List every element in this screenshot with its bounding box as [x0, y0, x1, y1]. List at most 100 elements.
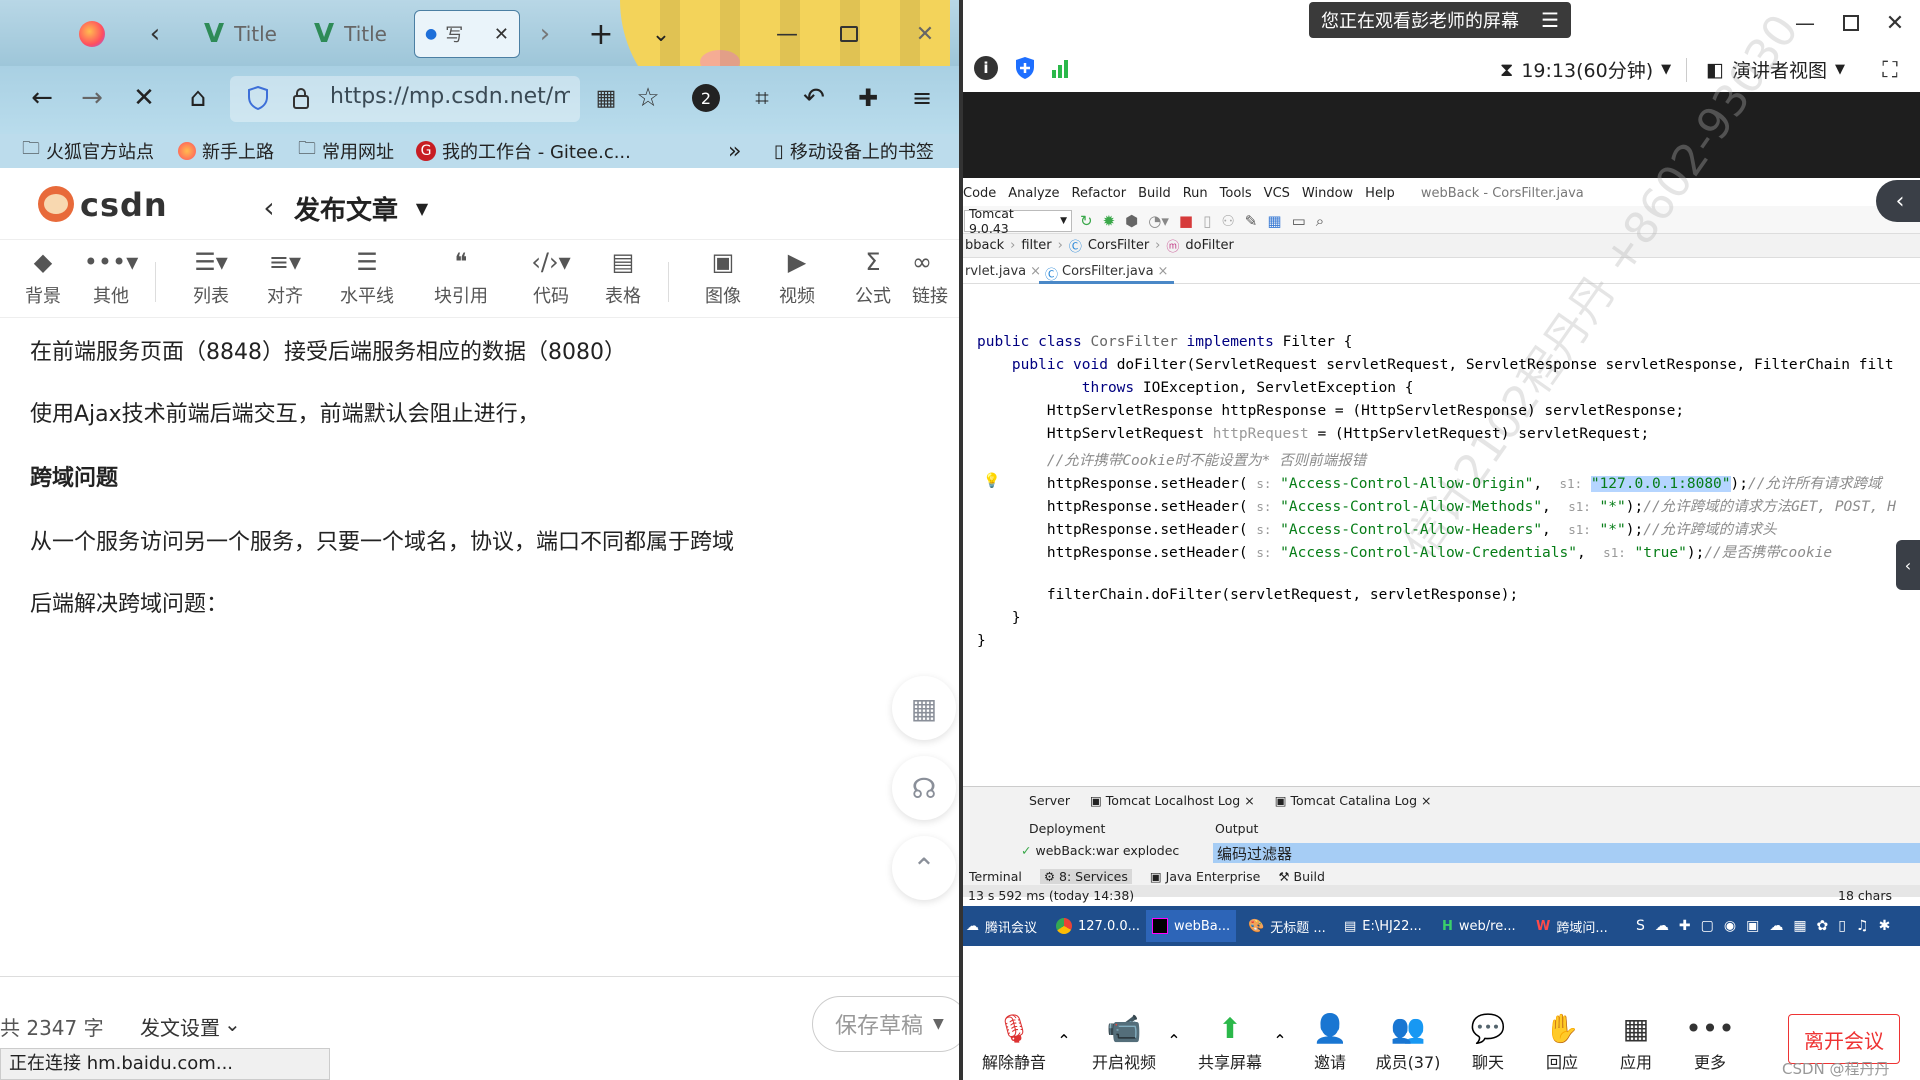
- taskbar-item[interactable]: Hweb/re...: [1442, 910, 1516, 942]
- attach-icon[interactable]: ⚇: [1221, 212, 1234, 230]
- taskbar-item[interactable]: W 跨域问...: [1536, 910, 1608, 942]
- build-icon[interactable]: ▯: [1203, 212, 1211, 230]
- mic-options-icon[interactable]: ⌃: [1054, 1030, 1074, 1050]
- undo-icon[interactable]: ↶: [796, 78, 832, 118]
- chat-button[interactable]: 💬 聊天: [1448, 1012, 1528, 1073]
- toolbar-horizontal-rule[interactable]: ☰ 水平线: [332, 248, 402, 314]
- wrench-icon[interactable]: ✎: [1245, 212, 1258, 230]
- fullscreen-icon[interactable]: ⛶: [1876, 56, 1904, 84]
- rerun-icon[interactable]: ↻: [1080, 212, 1093, 230]
- bookmarks-overflow-icon[interactable]: »: [728, 134, 741, 168]
- menu-refactor[interactable]: Refactor: [1072, 186, 1127, 201]
- toolbar-formula[interactable]: Σ 公式: [838, 248, 908, 314]
- video-options-icon[interactable]: ⌃: [1164, 1030, 1184, 1050]
- bookmark-mobile[interactable]: ▯ 移动设备上的书签: [774, 134, 934, 168]
- maximize-icon[interactable]: [1836, 6, 1866, 40]
- profile-icon[interactable]: ◔▾: [1148, 212, 1169, 230]
- tab-server[interactable]: Server: [1029, 793, 1070, 808]
- tab-java-enterprise[interactable]: ▣ Java Enterprise: [1150, 869, 1260, 884]
- file-tab[interactable]: rvlet.java ×: [965, 264, 1041, 279]
- code-editor[interactable]: public class CorsFilter implements Filte…: [963, 330, 1920, 660]
- qr-code-float-icon[interactable]: ▦: [892, 676, 956, 740]
- menu-icon[interactable]: ☰: [1541, 8, 1559, 32]
- window-close-icon[interactable]: ✕: [908, 14, 942, 54]
- deployment-artifact[interactable]: ✓ webBack:war explodec: [1021, 843, 1179, 858]
- menu-code[interactable]: Code: [963, 186, 996, 201]
- qr-code-icon[interactable]: ▦: [588, 78, 624, 118]
- menu-tools[interactable]: Tools: [1220, 186, 1252, 201]
- taskbar-item-active[interactable]: webBa...: [1146, 910, 1237, 942]
- info-icon[interactable]: i: [974, 56, 998, 80]
- minimize-icon[interactable]: —: [770, 14, 804, 54]
- hamburger-menu-icon[interactable]: ≡: [904, 78, 940, 118]
- toolbar-code[interactable]: ‹/›▾ 代码: [516, 248, 586, 314]
- tab-title-2[interactable]: V Title: [300, 10, 401, 58]
- breadcrumb-item[interactable]: bback: [965, 238, 1004, 253]
- extensions-puzzle-icon[interactable]: ✚: [850, 78, 886, 118]
- invite-button[interactable]: 👤 邀请: [1290, 1012, 1370, 1073]
- article-paragraph[interactable]: 使用Ajax技术前端后端交互，前端默认会阻止进行，: [30, 396, 540, 428]
- collapse-panel-icon[interactable]: ‹: [1876, 180, 1920, 222]
- debug-icon[interactable]: ✹: [1103, 212, 1116, 230]
- tracking-shield-icon[interactable]: [240, 78, 276, 118]
- bookmark-getting-started[interactable]: 新手上路: [178, 134, 274, 168]
- more-button[interactable]: ••• 更多: [1670, 1012, 1750, 1073]
- selected-text[interactable]: "127.0.0.1:8080": [1590, 476, 1731, 492]
- menu-build[interactable]: Build: [1138, 186, 1171, 201]
- back-arrow-icon[interactable]: ‹: [254, 188, 284, 226]
- tab-terminal[interactable]: Terminal: [969, 869, 1022, 884]
- close-tab-icon[interactable]: ✕: [494, 24, 509, 45]
- toolbar-other[interactable]: •••▾ 其他: [76, 248, 146, 314]
- tab-title-1[interactable]: V Title: [190, 10, 291, 58]
- members-button[interactable]: 👥 成员(37): [1368, 1012, 1448, 1073]
- toolbar-blockquote[interactable]: ❝ 块引用: [426, 248, 496, 314]
- back-to-top-icon[interactable]: ⌃: [892, 836, 956, 900]
- tab-list-icon[interactable]: ⌄: [644, 14, 678, 54]
- bookmark-firefox-site[interactable]: 🗀 火狐官方站点: [22, 134, 154, 168]
- headset-support-icon[interactable]: ☊: [892, 756, 956, 820]
- toolbar-background[interactable]: ◆ 背景: [8, 248, 78, 314]
- file-tab-active[interactable]: Ⓒ CorsFilter.java ×: [1039, 260, 1175, 284]
- coverage-icon[interactable]: ⬢: [1125, 212, 1138, 230]
- terminal-icon[interactable]: ▭: [1292, 212, 1306, 230]
- forward-icon[interactable]: →: [72, 78, 112, 118]
- maximize-icon[interactable]: [832, 14, 866, 54]
- breadcrumb-item[interactable]: filter: [1021, 238, 1051, 253]
- share-options-icon[interactable]: ⌃: [1270, 1030, 1290, 1050]
- signal-icon[interactable]: [1052, 58, 1068, 78]
- menu-analyze[interactable]: Analyze: [1008, 186, 1059, 201]
- tab-services[interactable]: ⚙ 8: Services: [1039, 869, 1132, 884]
- breadcrumb-item[interactable]: CorsFilter: [1088, 238, 1149, 253]
- tab-scroll-right-icon[interactable]: ›: [530, 14, 560, 54]
- taskbar-item[interactable]: ☁ 腾讯会议: [966, 910, 1037, 942]
- menu-window[interactable]: Window: [1302, 186, 1353, 201]
- search-icon[interactable]: ⌕: [1316, 212, 1324, 230]
- article-paragraph[interactable]: 在前端服务页面（8848）接受后端服务相应的数据（8080）: [30, 334, 626, 366]
- tab-build[interactable]: ⚒ Build: [1278, 869, 1325, 884]
- url-text[interactable]: https://mp.csdn.net/mp_: [330, 84, 570, 109]
- article-paragraph[interactable]: 后端解决跨域问题：: [30, 586, 228, 618]
- start-video-button[interactable]: 📹 开启视频: [1084, 1012, 1164, 1073]
- extension-badge[interactable]: 2: [692, 84, 720, 112]
- toolbar-align[interactable]: ≡▾ 对齐: [250, 248, 320, 314]
- article-heading[interactable]: 跨域问题: [30, 460, 118, 492]
- project-structure-icon[interactable]: ▦: [1267, 212, 1281, 230]
- menu-vcs[interactable]: VCS: [1264, 186, 1290, 201]
- reaction-button[interactable]: ✋ 回应: [1522, 1012, 1602, 1073]
- stop-icon[interactable]: ✕: [124, 78, 164, 118]
- taskbar-item[interactable]: 🎨 无标题 ...: [1248, 910, 1326, 942]
- leave-meeting-button[interactable]: 离开会议: [1788, 1014, 1900, 1064]
- toolbar-list[interactable]: ☰▾ 列表: [176, 248, 246, 314]
- tab-catalina-log[interactable]: ▣ Tomcat Catalina Log ×: [1275, 793, 1432, 808]
- crop-icon[interactable]: ⌗: [744, 78, 780, 118]
- back-icon[interactable]: ←: [22, 78, 62, 118]
- publish-settings[interactable]: 发文设置 ⌄: [140, 1012, 241, 1041]
- csdn-logo[interactable]: csdn: [80, 186, 168, 224]
- security-shield-icon[interactable]: [1012, 54, 1038, 82]
- toolbar-link[interactable]: ∞ 链接: [912, 248, 960, 314]
- system-tray[interactable]: S ☁ ✚ ▢ ◉ ▣ ☁ ▦ ✿ ▯ ♫ ✱: [1636, 910, 1890, 942]
- output-line[interactable]: 编码过滤器: [1213, 843, 1920, 863]
- stop-icon[interactable]: ■: [1179, 212, 1193, 230]
- taskbar-item[interactable]: ▤ E:\HJ22...: [1344, 910, 1422, 942]
- close-tab-icon[interactable]: ×: [1158, 264, 1169, 281]
